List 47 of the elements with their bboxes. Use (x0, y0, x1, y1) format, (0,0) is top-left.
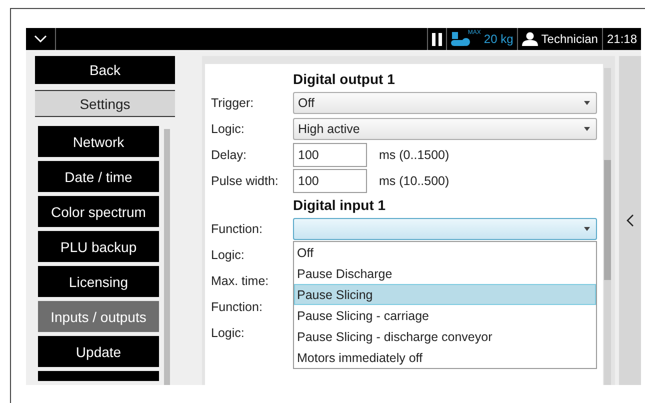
field-label: Pulse width: (211, 174, 280, 188)
dropdown-option[interactable]: Pause Slicing - carriage (294, 305, 596, 326)
back-button[interactable]: Back (35, 56, 175, 84)
chevron-down-icon[interactable] (34, 35, 47, 43)
weight-value: 20 kg (484, 32, 514, 46)
field-label: Trigger: (211, 96, 255, 110)
dropdown-option[interactable]: Motors immediately off (294, 347, 596, 368)
number-field[interactable]: 100 (293, 143, 367, 167)
pause-icon[interactable] (432, 32, 442, 46)
sidebar-item[interactable]: PLU backup (38, 231, 159, 262)
section-header: Settings (35, 90, 175, 117)
sidebar-item[interactable]: Network (38, 126, 159, 157)
field-label: Logic: (211, 122, 246, 136)
dropdown[interactable]: Off (293, 92, 597, 114)
sidebar-item[interactable]: Color spectrum (38, 196, 159, 227)
sidebar-item[interactable]: Inputs / outputs (38, 301, 159, 332)
field-label: Function: (211, 300, 264, 314)
sidebar-item[interactable]: Licensing (38, 266, 159, 297)
section-heading: Digital input 1 (292, 196, 387, 215)
field-label: Function: (211, 222, 264, 236)
sidebar-item[interactable]: Update (38, 336, 159, 367)
scrollbar[interactable] (164, 129, 170, 385)
field-label: Logic: (211, 326, 246, 340)
dropdown-option[interactable]: Pause Discharge (294, 263, 596, 284)
dropdown-option[interactable]: Pause Slicing (294, 284, 596, 305)
unit-label: ms (0..1500) (379, 148, 450, 162)
clock-time: 21:18 (606, 32, 637, 46)
dropdown[interactable] (293, 218, 597, 240)
chevron-left-icon[interactable] (626, 214, 634, 227)
sidebar-item[interactable]: Date / time (38, 161, 159, 192)
weight-icon (450, 32, 471, 46)
dropdown-option[interactable]: Pause Slicing - discharge conveyor (294, 326, 596, 347)
dropdown-arrow-icon (584, 101, 590, 105)
field-label: Delay: (211, 148, 248, 162)
dropdown-arrow-icon (584, 127, 590, 131)
field-label: Logic: (211, 248, 246, 262)
scrollbar[interactable] (604, 68, 611, 385)
dropdown-arrow-icon (584, 227, 590, 231)
dropdown-option[interactable]: Off (294, 242, 596, 263)
dropdown[interactable]: High active (293, 118, 597, 140)
number-field[interactable]: 100 (293, 169, 367, 193)
side-panel-toggle[interactable] (619, 56, 641, 385)
field-label: Max. time: (211, 274, 270, 288)
user-name: Technician (541, 32, 598, 46)
unit-label: ms (10..500) (379, 174, 450, 188)
section-heading: Digital output 1 (292, 70, 396, 89)
user-icon (522, 32, 538, 46)
